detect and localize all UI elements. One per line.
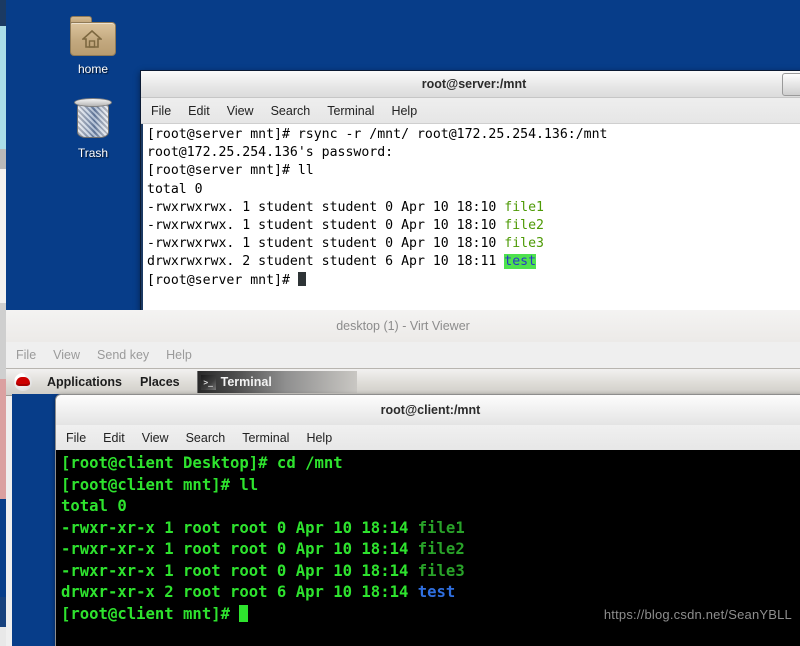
terminal-server-titlebar[interactable]: root@server:/mnt: [141, 71, 800, 98]
terminal-server-title: root@server:/mnt: [421, 77, 527, 91]
terminal-text: -rwxrwxrwx. 1 student student 0 Apr 10 1…: [147, 218, 505, 234]
terminal-line: root@172.25.254.136's password:: [147, 144, 800, 162]
virt-viewer-menubar[interactable]: File View Send key Help: [6, 342, 800, 368]
panel-places-menu[interactable]: Places: [131, 375, 189, 389]
terminal-file-name: file3: [504, 236, 544, 252]
desktop-icon-trash[interactable]: Trash: [53, 98, 133, 160]
virt-menu-help[interactable]: Help: [166, 348, 192, 362]
client-menu-edit[interactable]: Edit: [103, 431, 125, 445]
virt-viewer-titlebar[interactable]: desktop (1) - Virt Viewer: [6, 310, 800, 342]
gnome-top-panel[interactable]: Applications Places >_ Terminal: [6, 368, 800, 396]
desktop-icon-trash-label: Trash: [77, 146, 109, 160]
menu-view[interactable]: View: [227, 104, 254, 118]
virt-menu-send-key[interactable]: Send key: [97, 348, 149, 362]
client-menu-view[interactable]: View: [142, 431, 169, 445]
terminal-text: total 0: [61, 497, 127, 515]
terminal-cursor: [297, 271, 306, 286]
window-close-button[interactable]: [782, 73, 800, 96]
terminal-client-menubar[interactable]: File Edit View Search Terminal Help: [56, 425, 800, 450]
edge-window-sliver-white: [0, 169, 6, 303]
terminal-text: -rwxr-xr-x 1 root root 0 Apr 10 18:14: [61, 540, 418, 558]
terminal-text: -rwxrwxrwx. 1 student student 0 Apr 10 1…: [147, 199, 505, 215]
terminal-text: -rwxrwxrwx. 1 student student 0 Apr 10 1…: [147, 236, 505, 252]
terminal-line: drwxrwxrwx. 2 student student 6 Apr 10 1…: [147, 253, 800, 271]
edge-window-sliver-top: [0, 0, 6, 26]
folder-home-icon: [53, 16, 133, 59]
terminal-line: [root@server mnt]#: [147, 271, 800, 290]
terminal-line: total 0: [61, 496, 800, 518]
terminal-cursor: [239, 604, 249, 622]
terminal-text: root@172.25.254.136's password:: [147, 145, 394, 161]
terminal-dir-name: test: [417, 583, 456, 601]
taskbar-item-terminal-label: Terminal: [220, 375, 272, 389]
terminal-file-name: file2: [417, 540, 465, 558]
virt-viewer-title: desktop (1) - Virt Viewer: [336, 319, 470, 333]
screenshot-root: home Trash root@server:/mnt File Edit Vi…: [0, 0, 800, 646]
terminal-file-name: file1: [504, 199, 544, 215]
menu-search[interactable]: Search: [271, 104, 311, 118]
virt-menu-view[interactable]: View: [53, 348, 80, 362]
terminal-text: [root@client Desktop]# cd /mnt: [61, 454, 343, 472]
menu-file[interactable]: File: [151, 104, 171, 118]
taskbar-item-terminal[interactable]: >_ Terminal: [196, 371, 357, 393]
terminal-window-server[interactable]: root@server:/mnt File Edit View Search T…: [140, 70, 800, 313]
terminal-client-title: root@client:/mnt: [380, 403, 481, 417]
edge-window-sliver-cyan: [0, 26, 6, 149]
terminal-line: [root@client mnt]# ll: [61, 475, 800, 497]
terminal-text: [root@server mnt]# ll: [147, 163, 314, 179]
menu-help[interactable]: Help: [391, 104, 417, 118]
terminal-line: -rwxr-xr-x 1 root root 0 Apr 10 18:14 fi…: [61, 539, 800, 561]
terminal-client-titlebar[interactable]: root@client:/mnt: [56, 395, 800, 425]
terminal-file-name: file3: [417, 561, 465, 580]
terminal-text: -rwxr-xr-x 1 root root 0 Apr 10 18:14: [61, 518, 418, 537]
desktop-icon-home-label: home: [77, 62, 109, 76]
virt-menu-file[interactable]: File: [16, 348, 36, 362]
client-menu-help[interactable]: Help: [306, 431, 332, 445]
client-menu-terminal[interactable]: Terminal: [242, 431, 289, 445]
house-glyph: [82, 30, 102, 48]
client-menu-search[interactable]: Search: [186, 431, 226, 445]
terminal-icon: >_: [200, 374, 216, 390]
terminal-client-output[interactable]: [root@client Desktop]# cd /mnt [root@clie…: [56, 450, 800, 646]
terminal-text: -rwxr-xr-x 1 root root 0 Apr 10 18:14: [61, 561, 418, 580]
panel-applications-menu[interactable]: Applications: [38, 375, 131, 389]
terminal-line: total 0: [147, 181, 800, 199]
terminal-text: [root@client mnt]#: [61, 604, 240, 623]
terminal-line: [root@server mnt]# ll: [147, 162, 800, 180]
terminal-window-client[interactable]: root@client:/mnt File Edit View Search T…: [55, 394, 800, 646]
terminal-line: -rwxr-xr-x 1 root root 0 Apr 10 18:14 fi…: [61, 518, 800, 540]
virt-viewer-window[interactable]: desktop (1) - Virt Viewer File View Send…: [6, 310, 800, 646]
client-menu-file[interactable]: File: [66, 431, 86, 445]
terminal-line: -rwxrwxrwx. 1 student student 0 Apr 10 1…: [147, 199, 800, 217]
terminal-line: -rwxrwxrwx. 1 student student 0 Apr 10 1…: [147, 235, 800, 253]
terminal-text: drwxr-xr-x 2 root root 6 Apr 10 18:14: [61, 583, 418, 601]
terminal-dir-name: test: [504, 254, 537, 270]
terminal-text: drwxrwxrwx. 2 student student 6 Apr 10 1…: [147, 254, 505, 270]
terminal-text: total 0: [147, 181, 203, 197]
terminal-line: -rwxrwxrwx. 1 student student 0 Apr 10 1…: [147, 217, 800, 235]
terminal-server-menubar[interactable]: File Edit View Search Terminal Help: [141, 98, 800, 124]
menu-edit[interactable]: Edit: [188, 104, 210, 118]
terminal-text: [root@server mnt]# rsync -r /mnt/ root@1…: [147, 127, 608, 142]
terminal-line: [root@server mnt]# rsync -r /mnt/ root@1…: [147, 126, 800, 144]
terminal-file-name: file2: [504, 218, 544, 234]
trash-icon: [53, 98, 133, 143]
terminal-line: [root@client Desktop]# cd /mnt: [61, 453, 800, 475]
edge-window-sliver-gray: [0, 149, 6, 169]
terminal-server-output[interactable]: [root@server mnt]# rsync -r /mnt/ root@1…: [141, 124, 800, 313]
terminal-line: -rwxr-xr-x 1 root root 0 Apr 10 18:14 fi…: [61, 561, 800, 583]
terminal-line: drwxr-xr-x 2 root root 6 Apr 10 18:14 te…: [61, 582, 800, 604]
terminal-text: [root@server mnt]#: [147, 272, 298, 288]
terminal-text: [root@client mnt]# ll: [61, 475, 259, 494]
redhat-logo-icon[interactable]: [14, 373, 32, 391]
terminal-line: [root@client mnt]#: [61, 604, 800, 626]
desktop-icon-home[interactable]: home: [53, 16, 133, 76]
terminal-file-name: file1: [417, 518, 465, 537]
menu-terminal[interactable]: Terminal: [327, 104, 374, 118]
